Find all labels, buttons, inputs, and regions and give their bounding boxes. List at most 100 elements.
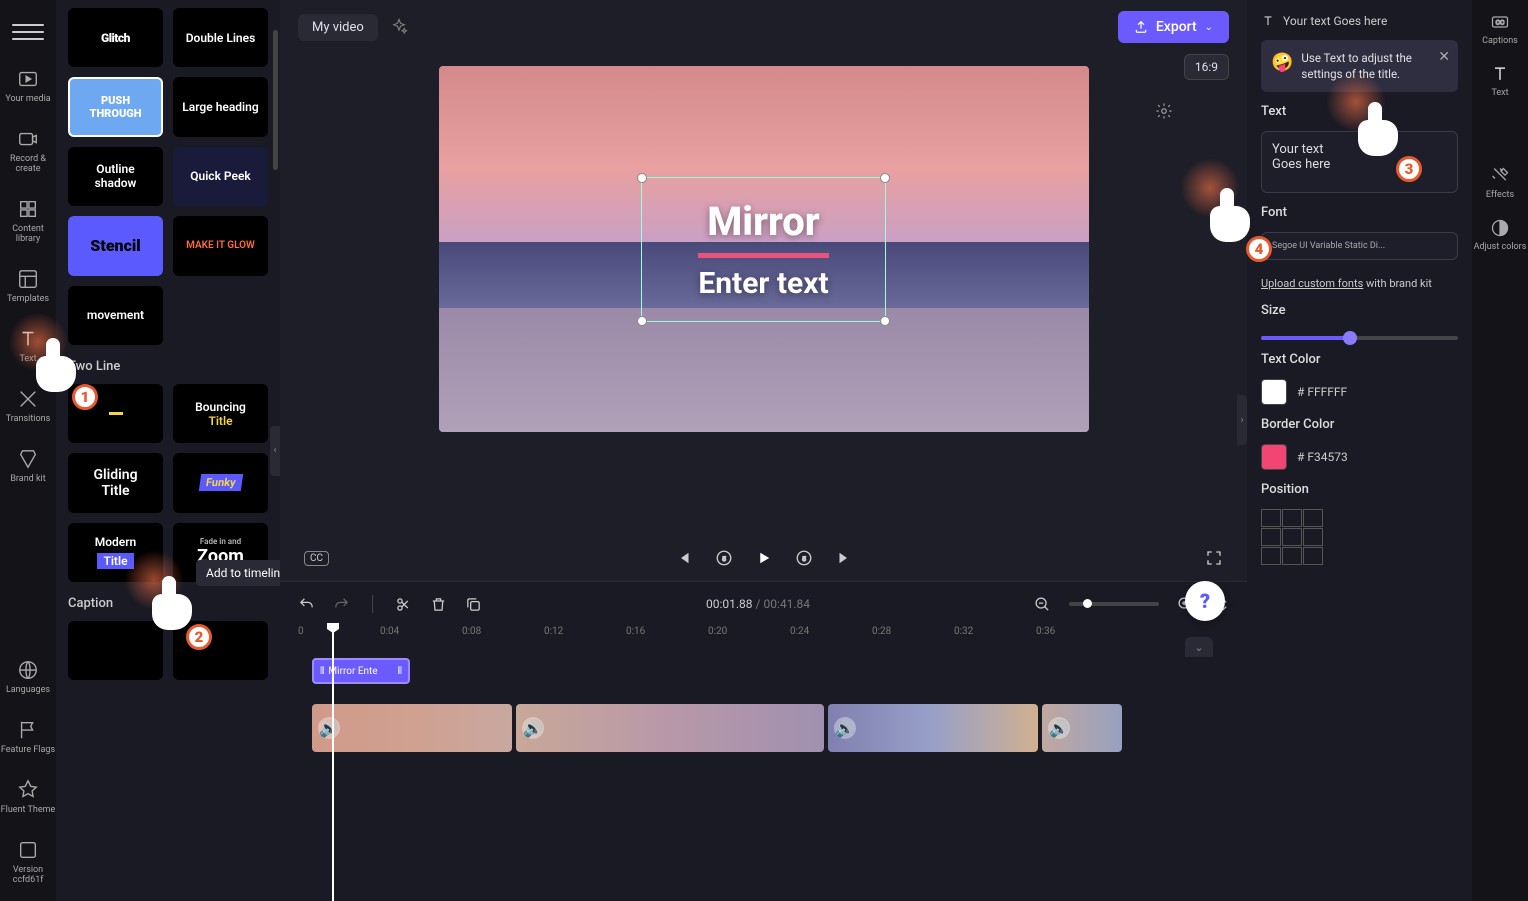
- help-button[interactable]: ?: [1185, 581, 1225, 621]
- skip-end-icon[interactable]: [835, 549, 853, 567]
- playhead[interactable]: [332, 626, 334, 901]
- template-two-line-a[interactable]: [68, 384, 163, 443]
- fullscreen-icon[interactable]: [1205, 549, 1223, 567]
- sidebar-text[interactable]: Text: [0, 324, 56, 368]
- template-modern-title[interactable]: ModernTitle: [68, 523, 163, 582]
- duplicate-icon[interactable]: [465, 596, 482, 613]
- sidebar-brand-kit[interactable]: Brand kit: [0, 444, 56, 488]
- sidebar-your-media[interactable]: Your media: [0, 64, 56, 108]
- video-preview[interactable]: Mirror Enter text: [439, 66, 1089, 432]
- resize-handle-tl[interactable]: [637, 173, 647, 183]
- transport-bar: CC 5 5 ? ⌄: [280, 535, 1247, 581]
- timeline-tracks[interactable]: ⦀ Mirror Ente ⦀ 🔊 🔊 🔊 🔊: [280, 648, 1247, 901]
- video-clip-1[interactable]: 🔊: [312, 704, 512, 752]
- text-icon: [1490, 64, 1510, 84]
- title-underline: [698, 253, 828, 258]
- video-clip-4[interactable]: 🔊: [1042, 704, 1122, 752]
- zoom-out-icon[interactable]: [1034, 596, 1051, 613]
- hamburger-menu[interactable]: [12, 16, 44, 48]
- text-color-row[interactable]: # FFFFFF: [1261, 379, 1458, 405]
- template-push-through[interactable]: PUSH THROUGH: [68, 77, 163, 136]
- collapse-right-panel[interactable]: ›: [1237, 395, 1247, 445]
- template-double-lines[interactable]: Double Lines: [173, 8, 268, 67]
- border-color-swatch[interactable]: [1261, 444, 1287, 470]
- upload-fonts-link[interactable]: Upload custom fonts: [1261, 277, 1363, 290]
- sidebar-templates[interactable]: Templates: [0, 264, 56, 308]
- cc-toggle[interactable]: CC: [304, 551, 329, 566]
- text-selection-box[interactable]: Mirror Enter text: [641, 177, 885, 322]
- font-selector[interactable]: Segoe UI Variable Static Di...: [1261, 232, 1458, 260]
- audio-icon[interactable]: 🔊: [1048, 717, 1070, 739]
- skip-start-icon[interactable]: [675, 549, 693, 567]
- sidebar-feature-flags[interactable]: Feature Flags: [0, 715, 56, 759]
- video-name-input[interactable]: My video: [298, 14, 378, 41]
- title-line-2[interactable]: Enter text: [698, 266, 828, 301]
- sidebar-languages[interactable]: Languages: [0, 655, 56, 699]
- text-color-hex: # FFFFFF: [1297, 385, 1347, 399]
- clip-handle-icon[interactable]: ⦀: [320, 666, 324, 677]
- undo-icon[interactable]: [298, 596, 315, 613]
- template-caption-a[interactable]: [68, 621, 163, 680]
- collapse-left-panel[interactable]: ‹: [270, 426, 280, 476]
- audio-icon[interactable]: 🔊: [522, 717, 544, 739]
- template-quick-peek[interactable]: Quick Peek: [173, 147, 268, 206]
- timeline-ruler[interactable]: 0 0:04 0:08 0:12 0:16 0:20 0:24 0:28 0:3…: [280, 626, 1247, 648]
- languages-icon: [17, 659, 39, 681]
- size-slider[interactable]: [1261, 336, 1458, 340]
- template-bouncing-title[interactable]: BouncingTitle: [173, 384, 268, 443]
- text-content-input[interactable]: Your text Goes here: [1261, 131, 1458, 193]
- clip-label: Mirror Ente: [328, 666, 377, 677]
- template-large-heading[interactable]: Large heading: [173, 77, 268, 136]
- template-funky[interactable]: Funky: [173, 453, 268, 512]
- settings-gear-icon[interactable]: [1155, 102, 1173, 120]
- template-gliding-title[interactable]: GlidingTitle: [68, 453, 163, 512]
- audio-icon[interactable]: 🔊: [318, 717, 340, 739]
- border-color-row[interactable]: # F34573: [1261, 444, 1458, 470]
- audio-icon[interactable]: 🔊: [834, 717, 856, 739]
- sidebar-record-create[interactable]: Record & create: [0, 124, 56, 178]
- timecode-display: 00:01.88 / 00:41.84: [706, 597, 810, 611]
- template-movement[interactable]: movement: [68, 286, 163, 345]
- clip-handle-icon[interactable]: ⦀: [398, 666, 402, 677]
- flag-icon: [17, 719, 39, 741]
- position-grid[interactable]: [1261, 509, 1325, 565]
- text-color-swatch[interactable]: [1261, 379, 1287, 405]
- forward-5s-icon[interactable]: 5: [795, 549, 813, 567]
- video-clip-3[interactable]: 🔊: [828, 704, 1038, 752]
- sidebar-label: Content library: [0, 224, 56, 244]
- resize-handle-bl[interactable]: [637, 316, 647, 326]
- resize-handle-br[interactable]: [880, 316, 890, 326]
- play-icon[interactable]: [755, 549, 773, 567]
- aspect-ratio-selector[interactable]: 16:9: [1184, 54, 1229, 80]
- sidebar-content-library[interactable]: Content library: [0, 194, 56, 248]
- size-label: Size: [1261, 303, 1458, 318]
- ai-sparkle-icon[interactable]: [390, 18, 408, 36]
- split-icon[interactable]: [395, 596, 412, 613]
- sidebar-transitions[interactable]: Transitions: [0, 384, 56, 428]
- zoom-slider[interactable]: [1069, 602, 1159, 606]
- tab-adjust-colors[interactable]: Adjust colors: [1474, 218, 1527, 252]
- title-line-1[interactable]: Mirror: [698, 198, 828, 245]
- panel-scrollbar[interactable]: [273, 30, 278, 170]
- collapse-timeline[interactable]: ⌄: [1185, 637, 1213, 657]
- rewind-5s-icon[interactable]: 5: [715, 549, 733, 567]
- sidebar-version[interactable]: Version ccfd61f: [0, 835, 56, 889]
- tab-effects[interactable]: Effects: [1486, 166, 1514, 200]
- template-make-it-glow[interactable]: MAKE IT GLOW: [173, 216, 268, 275]
- delete-icon[interactable]: [430, 596, 447, 613]
- text-section-label: Text: [1261, 104, 1458, 119]
- tab-captions[interactable]: CC Captions: [1482, 12, 1518, 46]
- video-track[interactable]: 🔊 🔊 🔊 🔊: [312, 704, 1247, 752]
- template-stencil[interactable]: Stencil: [68, 216, 163, 275]
- close-icon[interactable]: ✕: [1438, 48, 1450, 68]
- sidebar-fluent-theme[interactable]: Fluent Theme: [0, 775, 56, 819]
- template-outline-shadow[interactable]: Outline shadow: [68, 147, 163, 206]
- text-clip[interactable]: ⦀ Mirror Ente ⦀: [312, 658, 410, 684]
- redo-icon[interactable]: [333, 596, 350, 613]
- tab-text[interactable]: Text: [1490, 64, 1510, 98]
- export-button[interactable]: Export ⌄: [1118, 11, 1229, 43]
- video-clip-2[interactable]: 🔊: [516, 704, 824, 752]
- resize-handle-tr[interactable]: [880, 173, 890, 183]
- template-glitch[interactable]: Glitch: [68, 8, 163, 67]
- template-caption-b[interactable]: [173, 621, 268, 680]
